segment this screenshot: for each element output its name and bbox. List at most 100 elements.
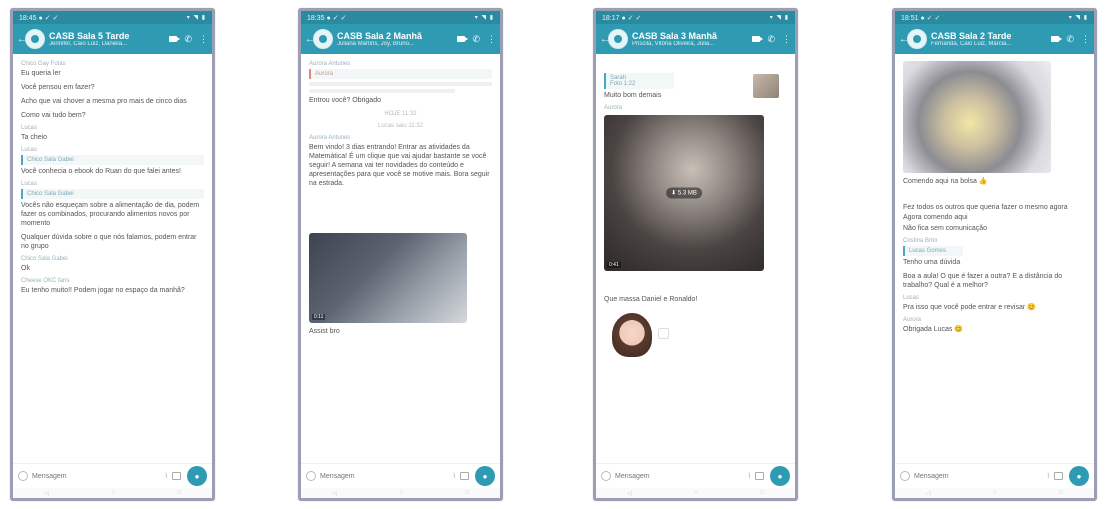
group-title: CASB Sala 2 Tarde	[931, 31, 1012, 41]
message-input[interactable]	[32, 470, 165, 482]
more-options-icon[interactable]: ⋮	[487, 34, 496, 45]
phone-call-icon[interactable]: ✆	[767, 34, 775, 45]
back-arrow-icon[interactable]: ←	[600, 34, 610, 45]
group-members: Fernanda, Caio Luiz, Márcia...	[931, 41, 1012, 47]
sticker-row	[604, 309, 787, 357]
nav-back-icon[interactable]: ◁	[44, 490, 49, 497]
phone-screenshot-4: 18:51 ● ✓ ✓ ▾ ◥ ▮ ← CASB Sala 2 Tarde Fe…	[892, 8, 1097, 501]
camera-icon[interactable]	[172, 472, 181, 480]
phone-call-icon[interactable]: ✆	[472, 34, 480, 45]
quoted-photo-thumbnail[interactable]	[753, 74, 779, 98]
chat-header: ← CASB Sala 5 Tarde Jennifer, Caio Luiz,…	[13, 24, 212, 54]
message-input[interactable]	[615, 470, 748, 482]
mic-button[interactable]: ●	[187, 466, 207, 486]
paperclip-icon[interactable]: ⌇	[453, 472, 456, 480]
message-list[interactable]: Sarah Foto 1:22 Muito bom demais Aurora …	[596, 54, 795, 458]
status-time: 18:35 ● ✓ ✓	[307, 14, 347, 22]
blurred-text-line	[309, 82, 492, 86]
nav-back-icon[interactable]: ◁	[627, 490, 632, 497]
status-icons: ▾ ◥ ▮	[186, 15, 206, 21]
message-sender: Chico Sala Gabei	[21, 256, 68, 262]
back-arrow-icon[interactable]: ←	[305, 34, 315, 45]
camera-icon[interactable]	[755, 472, 764, 480]
group-avatar[interactable]	[25, 29, 45, 49]
video-call-icon[interactable]	[169, 36, 181, 42]
video-call-icon[interactable]	[457, 36, 469, 42]
nav-back-icon[interactable]: ◁	[926, 490, 931, 497]
nav-home-icon[interactable]: ○	[111, 490, 115, 496]
mic-icon: ●	[194, 471, 200, 481]
paperclip-icon[interactable]: ⌇	[165, 472, 168, 480]
group-avatar[interactable]	[608, 29, 628, 49]
nav-recents-icon[interactable]: □	[177, 490, 181, 496]
quoted-message[interactable]: Aurora	[309, 69, 492, 79]
quoted-message[interactable]: Chico Sala Gabei	[21, 189, 204, 199]
chat-title-area[interactable]: CASB Sala 2 Manhã Juliana Martins, Joy, …	[337, 31, 457, 47]
group-members: Priscila, Vitória Oliveira, Júlia...	[632, 41, 715, 47]
message-text: Você conhecia o ebook do Ruan do que fal…	[21, 168, 181, 175]
nav-home-icon[interactable]: ○	[993, 490, 997, 496]
emoji-icon[interactable]	[601, 471, 611, 481]
paperclip-icon[interactable]: ⌇	[748, 472, 751, 480]
message-list[interactable]: Comendo aqui na bolsa 👍 Fez todos os out…	[895, 54, 1094, 458]
nav-back-icon[interactable]: ◁	[332, 490, 337, 497]
group-avatar[interactable]	[313, 29, 333, 49]
back-arrow-icon[interactable]: ←	[899, 34, 909, 45]
more-options-icon[interactable]: ⋮	[782, 34, 791, 45]
nav-recents-icon[interactable]: □	[1059, 490, 1063, 496]
mic-button[interactable]: ●	[1069, 466, 1089, 486]
emoji-icon[interactable]	[306, 471, 316, 481]
message-list[interactable]: Aurora Antunes Aurora Entrou você? Obrig…	[301, 54, 500, 458]
group-avatar[interactable]	[907, 29, 927, 49]
message-composer: ⌇ ●	[895, 463, 1094, 488]
message-text: Eu tenho muito!! Podem jogar no espaço d…	[21, 287, 185, 294]
message-input[interactable]	[320, 470, 453, 482]
mic-button[interactable]: ●	[770, 466, 790, 486]
photo-message[interactable]	[903, 61, 1051, 173]
nav-home-icon[interactable]: ○	[399, 490, 403, 496]
emoji-icon[interactable]	[900, 471, 910, 481]
camera-icon[interactable]	[460, 472, 469, 480]
video-message[interactable]: 0:11	[309, 233, 467, 323]
chat-title-area[interactable]: CASB Sala 5 Tarde Jennifer, Caio Luiz, D…	[49, 31, 169, 47]
forward-icon[interactable]	[658, 327, 669, 339]
chat-title-area[interactable]: CASB Sala 2 Tarde Fernanda, Caio Luiz, M…	[931, 31, 1051, 47]
quoted-message[interactable]: Lucas Gomes	[903, 246, 963, 256]
emoji-icon[interactable]	[18, 471, 28, 481]
download-video-badge[interactable]: ⬇ 5.3 MB	[666, 187, 702, 199]
video-message[interactable]: ⬇ 5.3 MB 0:41	[604, 115, 764, 271]
nav-recents-icon[interactable]: □	[465, 490, 469, 496]
phone-call-icon[interactable]: ✆	[1066, 34, 1074, 45]
android-nav-bar: ◁ ○ □	[13, 488, 212, 498]
message-list[interactable]: Chico Gay Fotas Eu queria ler Você penso…	[13, 54, 212, 458]
message-text: Boa a aula! O que é fazer a outra? E a d…	[903, 273, 1063, 289]
more-options-icon[interactable]: ⋮	[1081, 34, 1090, 45]
message-text: Tenho uma dúvida	[903, 259, 961, 266]
memoji-sticker[interactable]	[612, 313, 652, 357]
message-input[interactable]	[914, 470, 1047, 482]
group-members: Juliana Martins, Joy, Bruno...	[337, 41, 414, 47]
status-icons: ▾ ◥ ▮	[769, 15, 789, 21]
message-sender: Lucas	[21, 125, 38, 131]
more-options-icon[interactable]: ⋮	[199, 34, 208, 45]
video-call-icon[interactable]	[1051, 36, 1063, 42]
group-title: CASB Sala 5 Tarde	[49, 31, 130, 41]
nav-recents-icon[interactable]: □	[760, 490, 764, 496]
back-arrow-icon[interactable]: ←	[17, 34, 27, 45]
quoted-message[interactable]: Chico Sala Gabei	[21, 155, 204, 165]
paperclip-icon[interactable]: ⌇	[1047, 472, 1050, 480]
quoted-photo[interactable]: Sarah Foto 1:22	[604, 73, 674, 89]
video-call-icon[interactable]	[752, 36, 764, 42]
phone-call-icon[interactable]: ✆	[184, 34, 192, 45]
camera-icon[interactable]	[1054, 472, 1063, 480]
message-sender: Aurora	[903, 317, 922, 323]
mic-button[interactable]: ●	[475, 466, 495, 486]
video-duration: 0:11	[312, 314, 326, 320]
group-title: CASB Sala 2 Manhã	[337, 31, 423, 41]
message-text: Como vai tudo bem?	[21, 112, 86, 119]
android-nav-bar: ◁ ○ □	[895, 488, 1094, 498]
status-bar: 18:17 ● ✓ ✓ ▾ ◥ ▮	[596, 11, 795, 24]
nav-home-icon[interactable]: ○	[694, 490, 698, 496]
chat-title-area[interactable]: CASB Sala 3 Manhã Priscila, Vitória Oliv…	[632, 31, 752, 47]
